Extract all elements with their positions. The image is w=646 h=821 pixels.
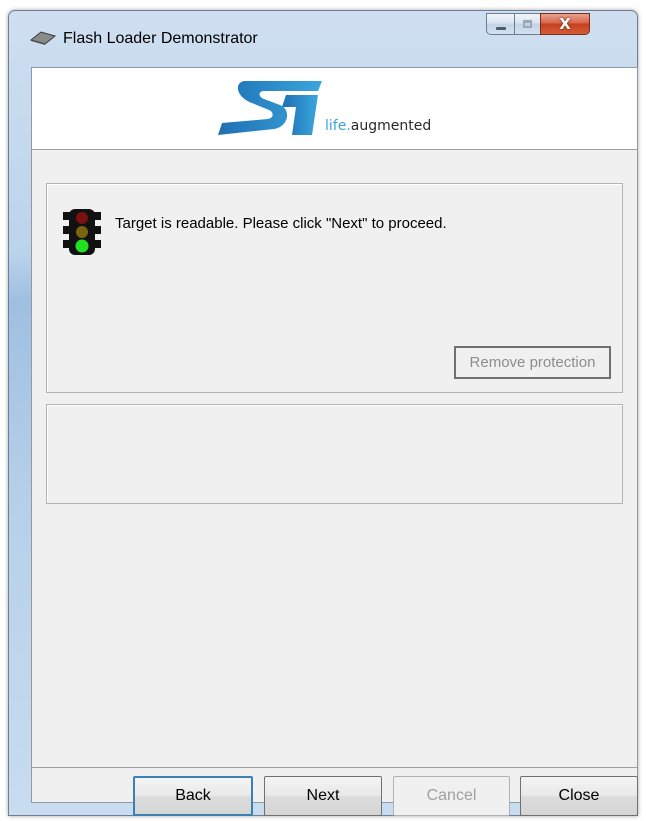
cancel-button[interactable]: Cancel (393, 776, 510, 816)
app-window: Flash Loader Demonstrator X life.augment… (8, 10, 638, 816)
minimize-icon (496, 27, 506, 30)
footer-divider (32, 767, 637, 768)
tagline-suffix: augmented (350, 118, 432, 134)
title-bar[interactable]: Flash Loader Demonstrator X (9, 11, 637, 61)
remove-protection-button[interactable]: Remove protection (454, 346, 611, 379)
maximize-button[interactable] (514, 13, 541, 35)
tagline: life.augmented (325, 118, 431, 134)
close-button[interactable]: Close (520, 776, 638, 816)
log-group (46, 404, 623, 504)
close-icon: X (559, 15, 571, 33)
status-group: Target is readable. Please click "Next" … (46, 183, 623, 393)
traffic-light-icon (63, 209, 101, 255)
maximize-icon (523, 20, 532, 28)
status-message: Target is readable. Please click "Next" … (115, 215, 447, 232)
minimize-button[interactable] (486, 13, 515, 35)
client-area: life.augmented Target is readable. Pleas… (31, 67, 638, 816)
chip-app-icon (30, 31, 56, 45)
st-logo-icon (218, 81, 322, 135)
close-window-button[interactable]: X (540, 13, 590, 35)
banner: life.augmented (32, 68, 637, 150)
tagline-prefix: life. (325, 118, 351, 134)
next-button[interactable]: Next (264, 776, 382, 816)
back-button[interactable]: Back (133, 776, 253, 816)
window-title: Flash Loader Demonstrator (63, 30, 258, 47)
